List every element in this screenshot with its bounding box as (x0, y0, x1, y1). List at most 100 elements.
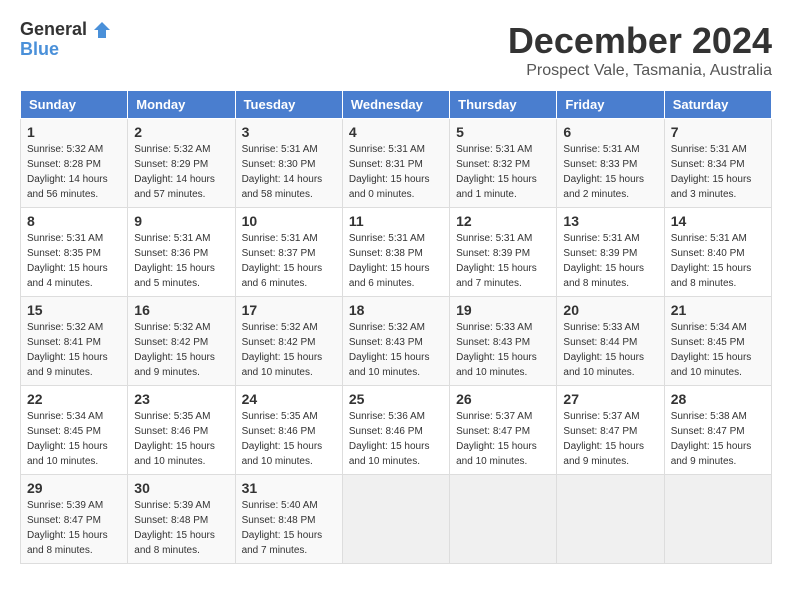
header-friday: Friday (557, 91, 664, 119)
calendar-cell: 13 Sunrise: 5:31 AMSunset: 8:39 PMDayligh… (557, 208, 664, 297)
calendar-cell: 11Sunrise: 5:31 AMSunset: 8:38 PMDayligh… (342, 208, 449, 297)
day-number: 27 (563, 391, 657, 407)
day-info: Sunrise: 5:34 AMSunset: 8:45 PMDaylight:… (671, 320, 765, 380)
day-info: Sunrise: 5:31 AMSunset: 8:34 PMDaylight:… (671, 142, 765, 202)
day-number: 6 (563, 124, 657, 140)
day-number: 24 (242, 391, 336, 407)
month-title: December 2024 (508, 20, 772, 62)
day-info: Sunrise: 5:33 AMSunset: 8:43 PMDaylight:… (456, 320, 550, 380)
day-info: Sunrise: 5:31 AMSunset: 8:36 PMDaylight:… (134, 231, 228, 291)
calendar-cell: 26Sunrise: 5:37 AMSunset: 8:47 PMDayligh… (450, 386, 557, 475)
calendar-cell: 19 Sunrise: 5:33 AMSunset: 8:43 PMDayligh… (450, 297, 557, 386)
calendar-cell: 4 Sunrise: 5:31 AMSunset: 8:31 PMDaylight… (342, 119, 449, 208)
day-info: Sunrise: 5:32 AMSunset: 8:42 PMDaylight:… (134, 320, 228, 380)
header-thursday: Thursday (450, 91, 557, 119)
day-number: 9 (134, 213, 228, 229)
calendar-cell: 22 Sunrise: 5:34 AMSunset: 8:45 PMDayligh… (21, 386, 128, 475)
day-number: 10 (242, 213, 336, 229)
day-number: 28 (671, 391, 765, 407)
day-number: 12 (456, 213, 550, 229)
day-number: 22 (27, 391, 121, 407)
calendar-cell: 3 Sunrise: 5:31 AMSunset: 8:30 PMDaylight… (235, 119, 342, 208)
day-info: Sunrise: 5:35 AMSunset: 8:46 PMDaylight:… (242, 409, 336, 469)
logo: General Blue (20, 20, 112, 60)
calendar-cell: 25 Sunrise: 5:36 AMSunset: 8:46 PMDayligh… (342, 386, 449, 475)
calendar-cell: 6 Sunrise: 5:31 AMSunset: 8:33 PMDaylight… (557, 119, 664, 208)
calendar-cell: 8 Sunrise: 5:31 AMSunset: 8:35 PMDaylight… (21, 208, 128, 297)
calendar-row-3: 15Sunrise: 5:32 AMSunset: 8:41 PMDayligh… (21, 297, 772, 386)
day-info: Sunrise: 5:31 AMSunset: 8:40 PMDaylight:… (671, 231, 765, 291)
logo-blue: Blue (20, 40, 112, 60)
calendar-cell (664, 475, 771, 564)
logo-text: General Blue (20, 20, 112, 60)
header-row: Sunday Monday Tuesday Wednesday Thursday… (21, 91, 772, 119)
day-number: 20 (563, 302, 657, 318)
calendar-cell: 30 Sunrise: 5:39 AMSunset: 8:48 PMDayligh… (128, 475, 235, 564)
day-info: Sunrise: 5:31 AMSunset: 8:33 PMDaylight:… (563, 142, 657, 202)
day-info: Sunrise: 5:39 AMSunset: 8:47 PMDaylight:… (27, 498, 121, 558)
day-info: Sunrise: 5:31 AMSunset: 8:37 PMDaylight:… (242, 231, 336, 291)
day-info: Sunrise: 5:32 AMSunset: 8:42 PMDaylight:… (242, 320, 336, 380)
calendar-row-4: 22 Sunrise: 5:34 AMSunset: 8:45 PMDayligh… (21, 386, 772, 475)
day-number: 1 (27, 124, 121, 140)
day-info: Sunrise: 5:33 AMSunset: 8:44 PMDaylight:… (563, 320, 657, 380)
day-info: Sunrise: 5:31 AMSunset: 8:31 PMDaylight:… (349, 142, 443, 202)
day-number: 19 (456, 302, 550, 318)
day-info: Sunrise: 5:40 AMSunset: 8:48 PMDaylight:… (242, 498, 336, 558)
day-info: Sunrise: 5:32 AMSunset: 8:29 PMDaylight:… (134, 142, 228, 202)
day-number: 13 (563, 213, 657, 229)
title-section: December 2024 Prospect Vale, Tasmania, A… (508, 20, 772, 80)
day-number: 23 (134, 391, 228, 407)
day-number: 16 (134, 302, 228, 318)
day-number: 7 (671, 124, 765, 140)
day-number: 11 (349, 213, 443, 229)
day-info: Sunrise: 5:36 AMSunset: 8:46 PMDaylight:… (349, 409, 443, 469)
calendar-cell: 17 Sunrise: 5:32 AMSunset: 8:42 PMDayligh… (235, 297, 342, 386)
calendar-cell: 24 Sunrise: 5:35 AMSunset: 8:46 PMDayligh… (235, 386, 342, 475)
day-number: 14 (671, 213, 765, 229)
day-number: 25 (349, 391, 443, 407)
day-number: 3 (242, 124, 336, 140)
calendar-cell: 15Sunrise: 5:32 AMSunset: 8:41 PMDayligh… (21, 297, 128, 386)
calendar-cell (450, 475, 557, 564)
day-number: 4 (349, 124, 443, 140)
day-number: 15 (27, 302, 121, 318)
header-wednesday: Wednesday (342, 91, 449, 119)
day-info: Sunrise: 5:39 AMSunset: 8:48 PMDaylight:… (134, 498, 228, 558)
day-number: 31 (242, 480, 336, 496)
day-number: 26 (456, 391, 550, 407)
day-info: Sunrise: 5:32 AMSunset: 8:28 PMDaylight:… (27, 142, 121, 202)
calendar-cell: 7 Sunrise: 5:31 AMSunset: 8:34 PMDaylight… (664, 119, 771, 208)
logo-general: General (20, 20, 112, 40)
page-header: General Blue December 2024 Prospect Vale… (20, 20, 772, 80)
day-number: 2 (134, 124, 228, 140)
day-info: Sunrise: 5:31 AMSunset: 8:30 PMDaylight:… (242, 142, 336, 202)
calendar-cell (557, 475, 664, 564)
calendar-cell: 27 Sunrise: 5:37 AMSunset: 8:47 PMDayligh… (557, 386, 664, 475)
calendar-cell: 20 Sunrise: 5:33 AMSunset: 8:44 PMDayligh… (557, 297, 664, 386)
day-number: 30 (134, 480, 228, 496)
header-sunday: Sunday (21, 91, 128, 119)
calendar-cell: 28Sunrise: 5:38 AMSunset: 8:47 PMDayligh… (664, 386, 771, 475)
day-number: 8 (27, 213, 121, 229)
calendar-cell: 2 Sunrise: 5:32 AMSunset: 8:29 PMDaylight… (128, 119, 235, 208)
calendar-cell: 21 Sunrise: 5:34 AMSunset: 8:45 PMDayligh… (664, 297, 771, 386)
day-number: 21 (671, 302, 765, 318)
day-number: 18 (349, 302, 443, 318)
day-number: 29 (27, 480, 121, 496)
calendar-cell: 5Sunrise: 5:31 AMSunset: 8:32 PMDaylight… (450, 119, 557, 208)
day-info: Sunrise: 5:37 AMSunset: 8:47 PMDaylight:… (563, 409, 657, 469)
header-saturday: Saturday (664, 91, 771, 119)
day-info: Sunrise: 5:31 AMSunset: 8:35 PMDaylight:… (27, 231, 121, 291)
calendar-cell: 10 Sunrise: 5:31 AMSunset: 8:37 PMDayligh… (235, 208, 342, 297)
calendar-cell: 9 Sunrise: 5:31 AMSunset: 8:36 PMDaylight… (128, 208, 235, 297)
day-number: 17 (242, 302, 336, 318)
day-info: Sunrise: 5:34 AMSunset: 8:45 PMDaylight:… (27, 409, 121, 469)
calendar-row-2: 8 Sunrise: 5:31 AMSunset: 8:35 PMDaylight… (21, 208, 772, 297)
day-info: Sunrise: 5:31 AMSunset: 8:39 PMDaylight:… (563, 231, 657, 291)
location: Prospect Vale, Tasmania, Australia (508, 62, 772, 80)
calendar-cell: 14 Sunrise: 5:31 AMSunset: 8:40 PMDayligh… (664, 208, 771, 297)
calendar-cell: 29 Sunrise: 5:39 AMSunset: 8:47 PMDayligh… (21, 475, 128, 564)
calendar-row-1: 1 Sunrise: 5:32 AMSunset: 8:28 PMDaylight… (21, 119, 772, 208)
calendar-cell: 12Sunrise: 5:31 AMSunset: 8:39 PMDayligh… (450, 208, 557, 297)
